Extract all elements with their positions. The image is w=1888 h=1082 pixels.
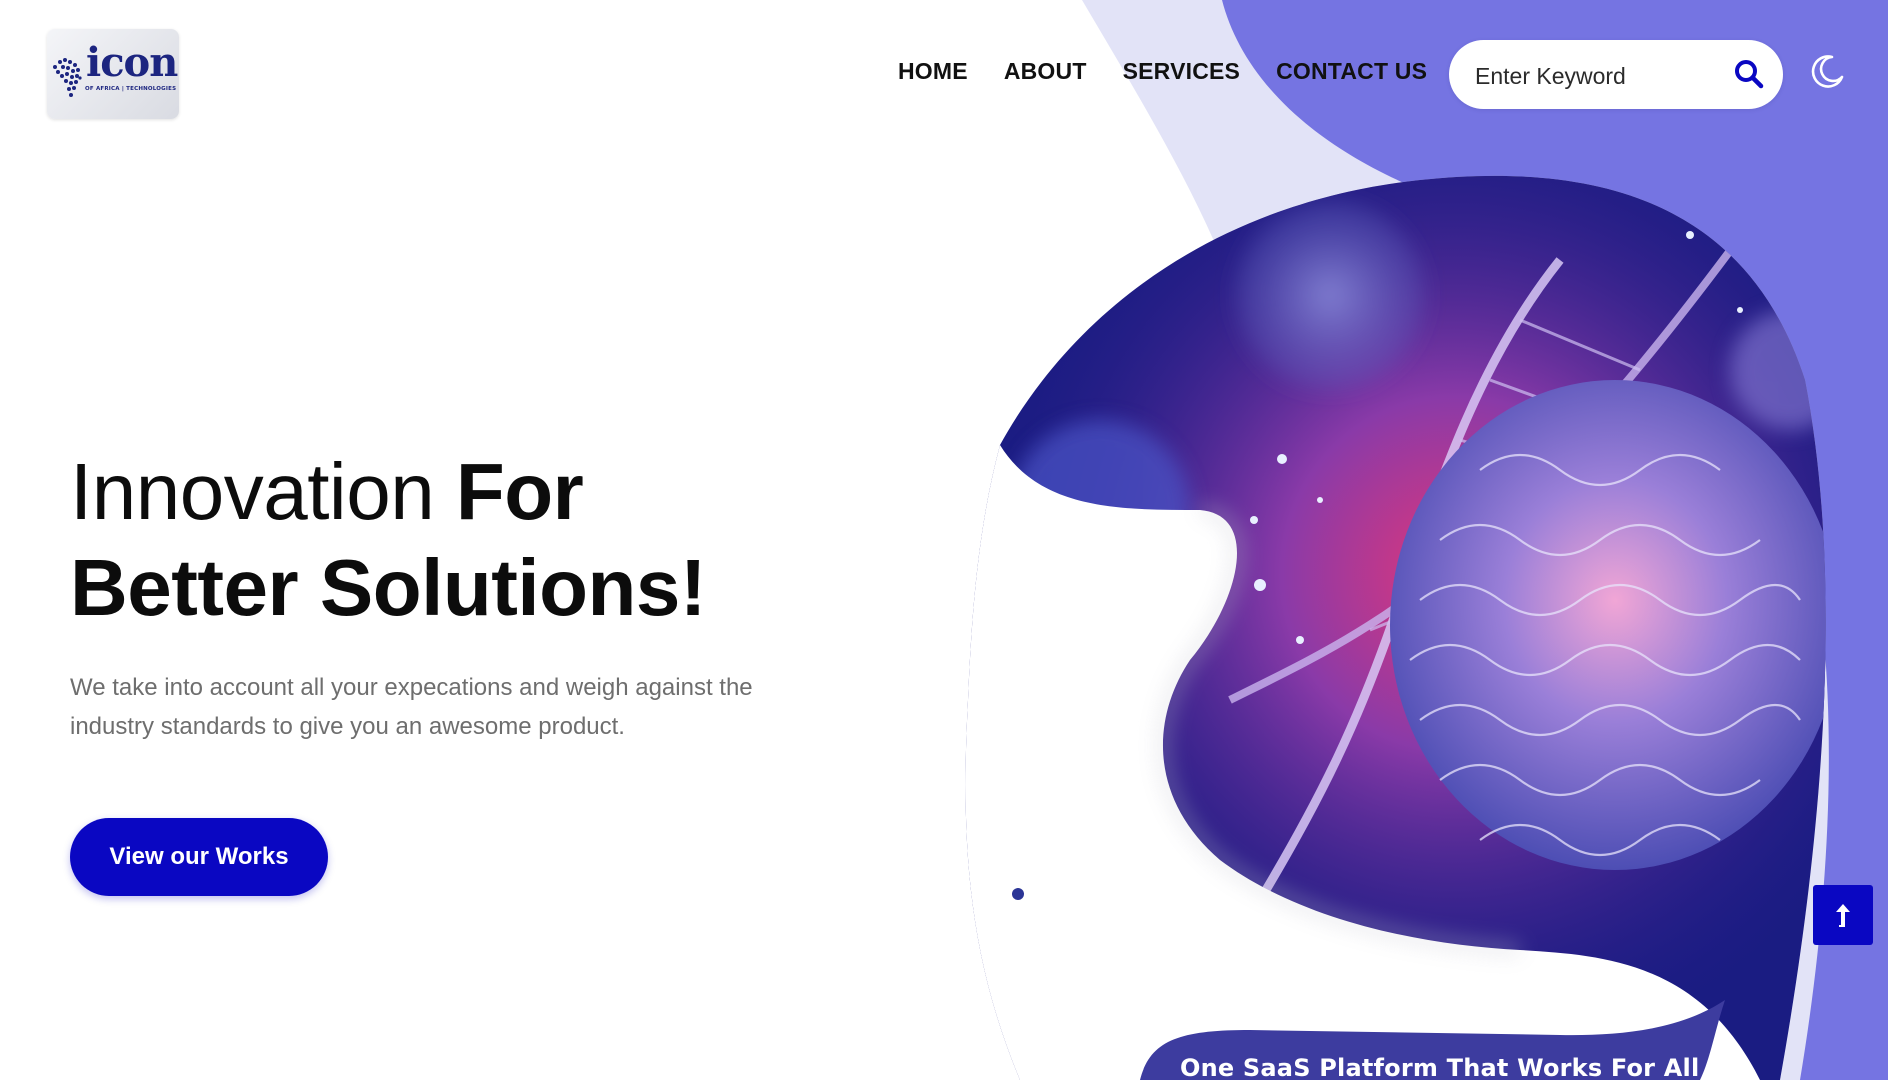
nav-home[interactable]: HOME — [898, 58, 968, 85]
hero-banner-caption: One SaaS Platform That Works For All — [1180, 1054, 1700, 1082]
scroll-top-button[interactable] — [1813, 885, 1873, 945]
search-input[interactable] — [1473, 57, 1717, 95]
hero-title-light: Innovation — [70, 447, 435, 536]
logo-tagline: OF AFRICA | TECHNOLOGIES — [85, 86, 177, 92]
view-works-button[interactable]: View our Works — [70, 818, 328, 896]
nav-about[interactable]: ABOUT — [1004, 58, 1087, 85]
search-icon[interactable] — [1733, 58, 1765, 90]
moon-icon[interactable] — [1810, 53, 1846, 89]
logo-wordmark: icon — [86, 39, 178, 86]
hero-title-bold-1: For — [455, 447, 584, 536]
hero-description: We take into account all your expecation… — [70, 674, 753, 740]
main-nav: HOME ABOUT SERVICES CONTACT US — [898, 58, 1427, 85]
hero-title-bold-2: Better Solutions! — [70, 543, 706, 632]
nav-services[interactable]: SERVICES — [1123, 58, 1241, 85]
arrow-up-icon — [1836, 904, 1850, 927]
hero-title: Innovation For Better Solutions! — [70, 444, 706, 636]
nav-contact-us[interactable]: CONTACT US — [1276, 58, 1427, 85]
brand-logo[interactable]: icon OF AFRICA | TECHNOLOGIES — [47, 29, 179, 119]
